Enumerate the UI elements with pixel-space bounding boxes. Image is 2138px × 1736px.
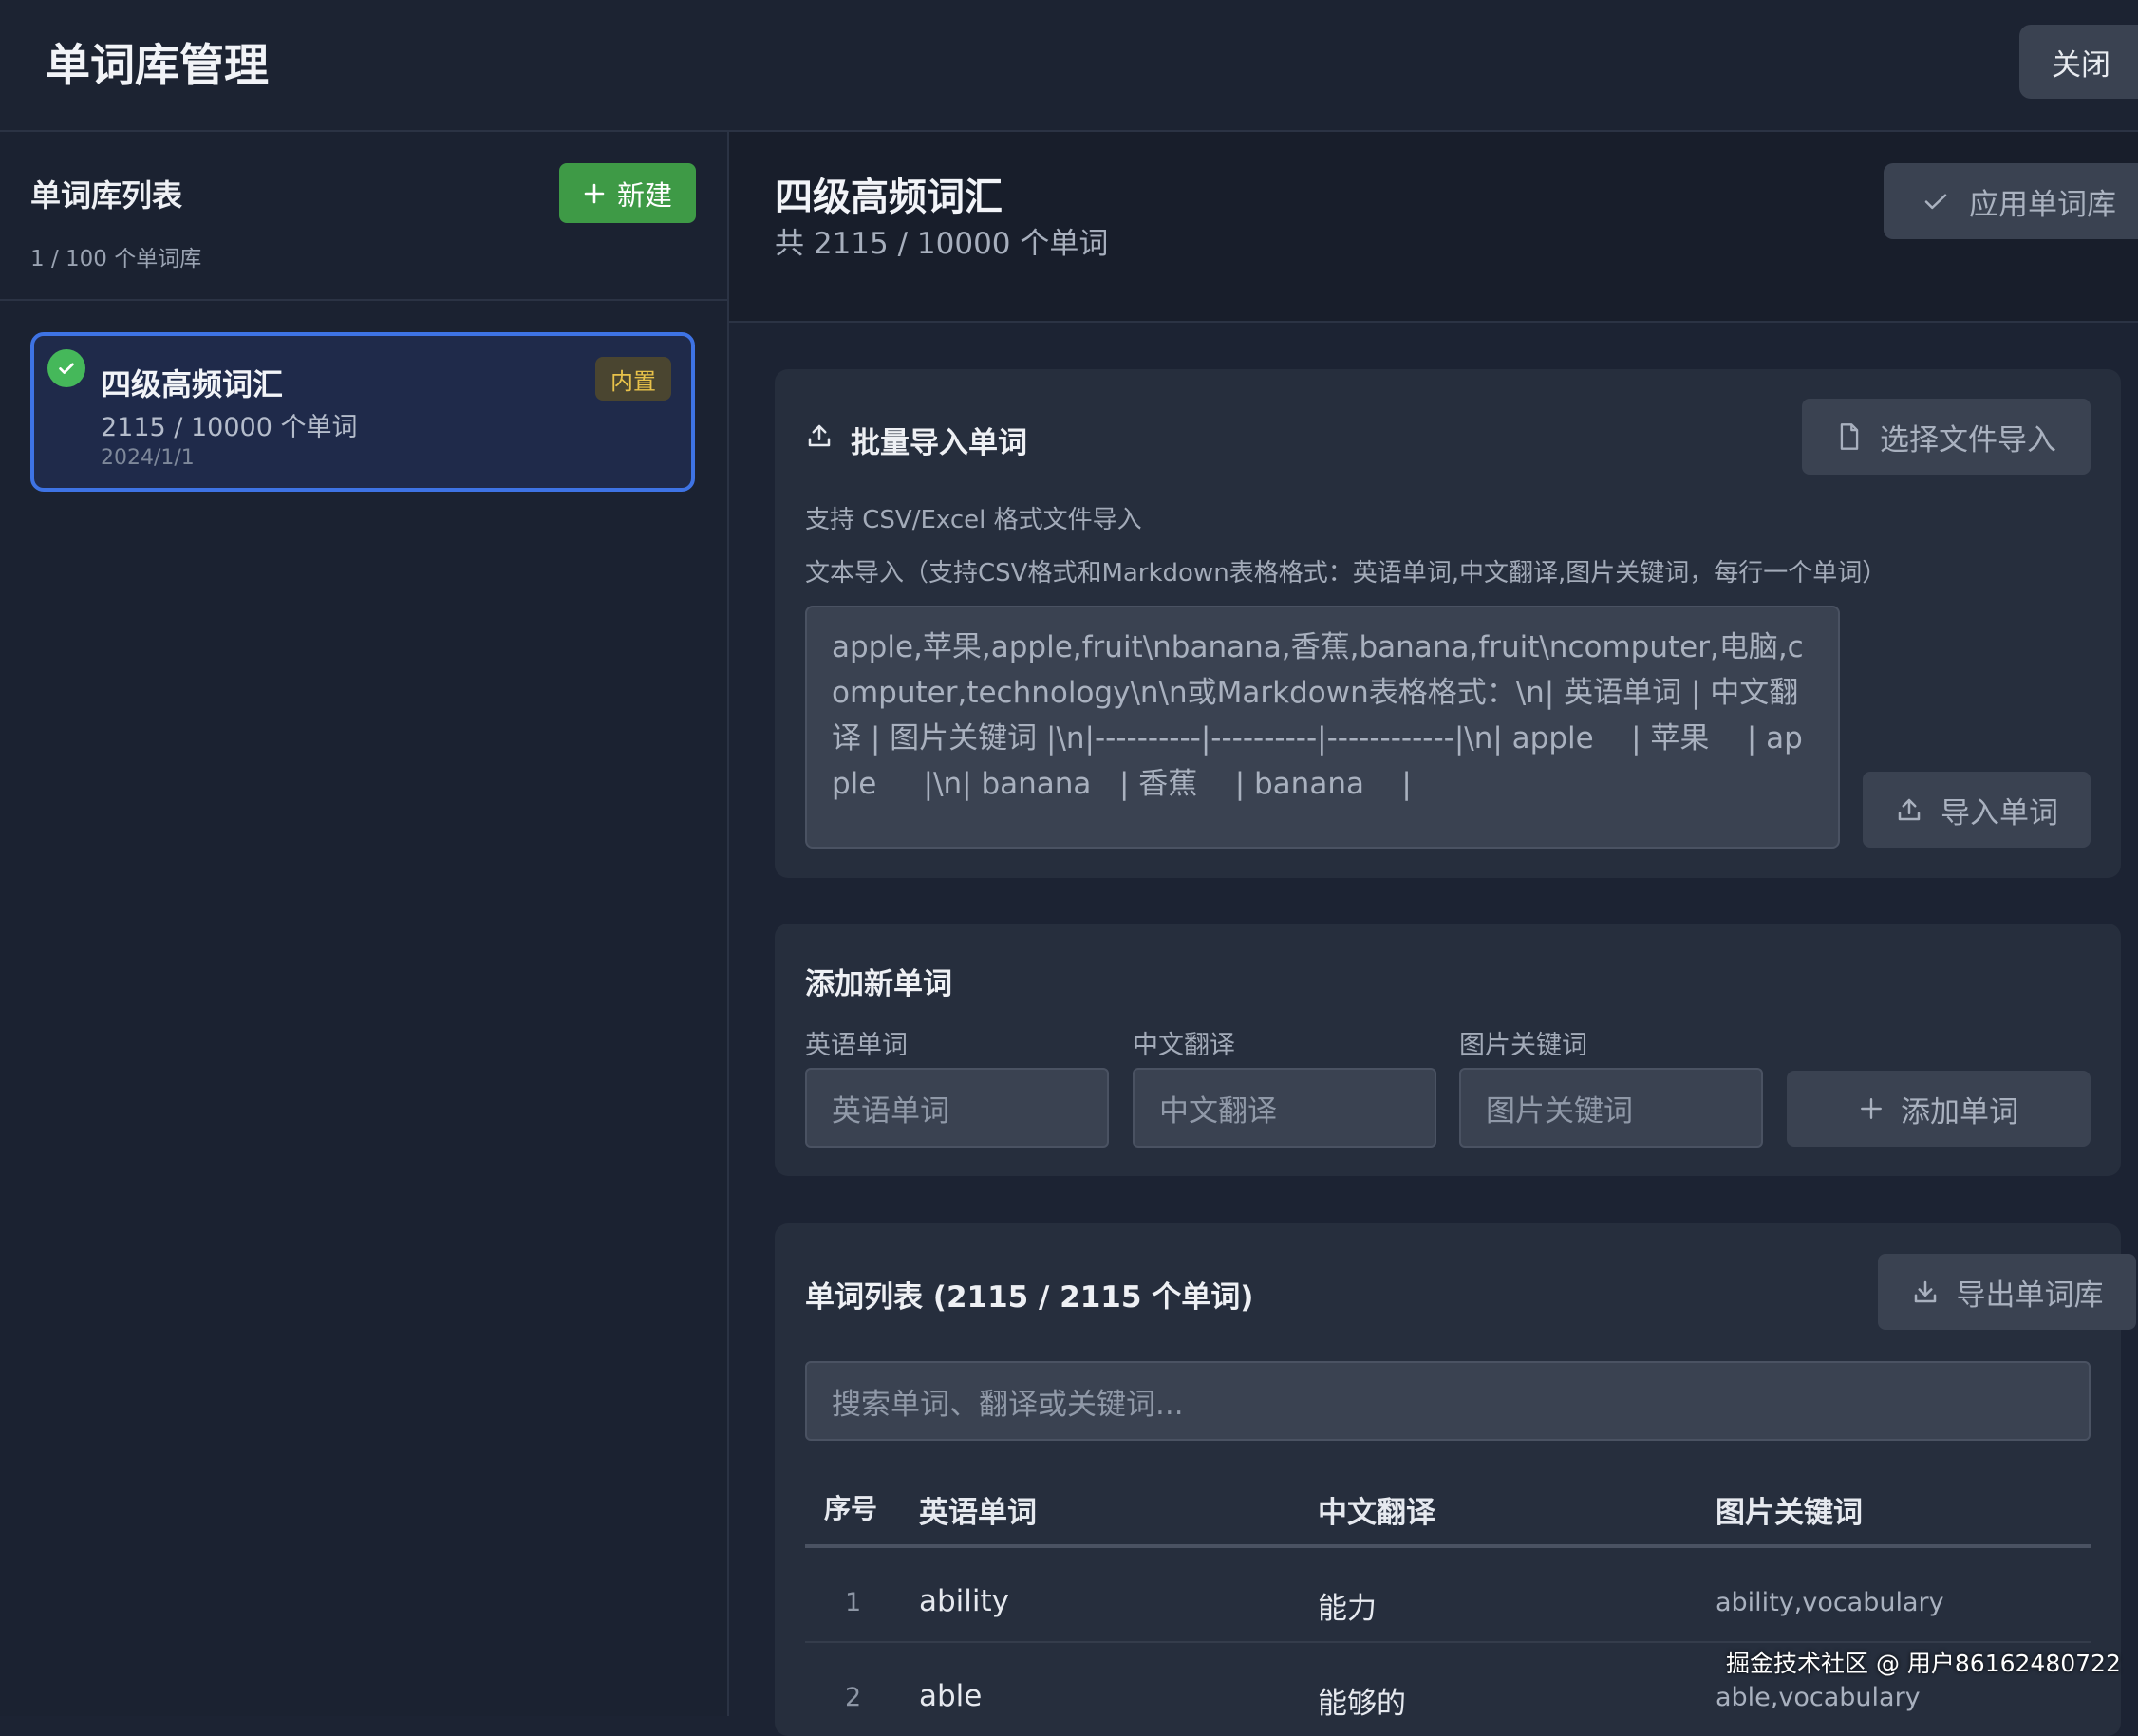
row-index: 2: [845, 1683, 862, 1712]
search-input[interactable]: 搜索单词、翻译或关键词...: [805, 1361, 2091, 1441]
table-header-divider: [805, 1544, 2091, 1548]
export-library-button[interactable]: 导出单词库: [1878, 1254, 2136, 1330]
text-import-hint: 文本导入（支持CSV格式和Markdown表格格式：英语单词,中文翻译,图片关键…: [805, 559, 1887, 588]
add-word-label: 添加单词: [1901, 1094, 2018, 1129]
keyword-label: 图片关键词: [1459, 1031, 1587, 1060]
row-divider: [805, 1641, 2091, 1643]
library-card[interactable]: 四级高频词汇 2115 / 10000 个单词 2024/1/1 内置: [30, 332, 695, 492]
import-textarea[interactable]: apple,苹果,apple,fruit\nbanana,香蕉,banana,f…: [805, 606, 1840, 849]
chinese-field[interactable]: 中文翻译: [1133, 1068, 1436, 1148]
chinese-label: 中文翻译: [1133, 1031, 1235, 1060]
english-label: 英语单词: [805, 1031, 908, 1060]
watermark: 掘金技术社区 @ 用户86162480722: [1726, 1650, 2121, 1677]
choose-file-label: 选择文件导入: [1880, 422, 2056, 457]
library-total-count: 共 2115 / 10000 个单词: [775, 227, 1109, 261]
import-title: 批量导入单词: [851, 426, 1027, 460]
choose-file-button[interactable]: 选择文件导入: [1802, 399, 2091, 475]
library-count: 1 / 100 个单词库: [30, 247, 202, 271]
column-header-chinese: 中文翻译: [1318, 1496, 1435, 1530]
row-keywords: able,vocabulary: [1716, 1683, 1921, 1712]
page-title: 单词库管理: [46, 40, 269, 92]
english-field[interactable]: 英语单词: [805, 1068, 1109, 1148]
file-import-hint: 支持 CSV/Excel 格式文件导入: [805, 506, 1142, 534]
row-index: 1: [845, 1588, 862, 1617]
column-header-keywords: 图片关键词: [1716, 1496, 1863, 1530]
app-header: 单词库管理 关闭: [0, 0, 2138, 132]
check-icon: [1922, 187, 1950, 215]
import-panel: 批量导入单词 选择文件导入 支持 CSV/Excel 格式文件导入 文本导入（支…: [775, 369, 2121, 878]
sidebar: 单词库列表 1 / 100 个单词库 新建 四级高频词汇 2115 / 1000…: [0, 132, 729, 1716]
row-chinese: 能力: [1318, 1592, 1377, 1626]
builtin-badge: 内置: [595, 357, 671, 401]
add-word-panel: 添加新单词 英语单词 中文翻译 图片关键词 英语单词 中文翻译 图片关键词 添加…: [775, 924, 2121, 1176]
sidebar-title: 单词库列表: [30, 177, 183, 214]
library-title: 四级高频词汇: [775, 176, 1003, 219]
row-english: able: [919, 1679, 983, 1713]
plus-icon: [583, 182, 606, 205]
sidebar-header: 单词库列表 1 / 100 个单词库 新建: [0, 132, 727, 301]
row-keywords: ability,vocabulary: [1716, 1588, 1944, 1617]
keyword-field[interactable]: 图片关键词: [1459, 1068, 1763, 1148]
column-header-english: 英语单词: [919, 1496, 1037, 1530]
upload-icon: [805, 421, 834, 450]
row-chinese: 能够的: [1318, 1687, 1406, 1721]
new-library-label: 新建: [616, 178, 672, 212]
new-library-button[interactable]: 新建: [559, 163, 696, 223]
upload-icon: [1895, 795, 1923, 824]
apply-library-label: 应用单词库: [1969, 187, 2116, 222]
add-word-button[interactable]: 添加单词: [1787, 1071, 2091, 1147]
file-icon: [1836, 422, 1863, 451]
close-button[interactable]: 关闭: [2019, 25, 2138, 99]
library-header: 四级高频词汇 共 2115 / 10000 个单词 应用单词库: [729, 132, 2138, 323]
check-circle-icon: [47, 349, 85, 387]
add-word-title: 添加新单词: [805, 967, 952, 1001]
column-header-index: 序号: [824, 1493, 878, 1524]
import-words-label: 导入单词: [1941, 795, 2058, 831]
export-library-label: 导出单词库: [1956, 1278, 2104, 1313]
main-content: 四级高频词汇 共 2115 / 10000 个单词 应用单词库 批量导入单词 选…: [729, 132, 2138, 1736]
download-icon: [1911, 1278, 1940, 1306]
plus-icon: [1859, 1096, 1884, 1121]
word-list-title: 单词列表 (2115 / 2115 个单词): [805, 1280, 1254, 1315]
library-word-count: 2115 / 10000 个单词: [101, 413, 358, 442]
apply-library-button[interactable]: 应用单词库: [1884, 163, 2138, 239]
library-name: 四级高频词汇: [101, 366, 284, 402]
library-date: 2024/1/1: [101, 446, 195, 470]
row-english: ability: [919, 1584, 1010, 1618]
import-words-button[interactable]: 导入单词: [1863, 772, 2091, 848]
